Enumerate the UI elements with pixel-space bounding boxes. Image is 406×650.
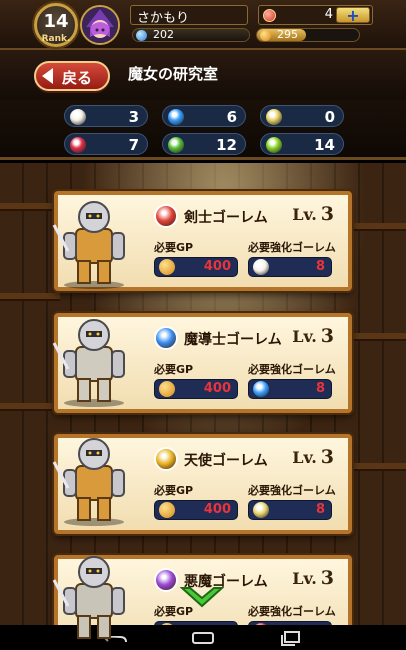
level-number: 3	[320, 567, 334, 589]
magic-type-icon	[154, 326, 178, 350]
gem-counter: 4 +	[258, 5, 373, 25]
golem-name: 魔導士ゴーレム	[154, 326, 282, 350]
required-gp-label: 必要GP	[154, 241, 194, 254]
orange-fruit-icon	[159, 502, 175, 518]
orange-fruit-icon	[159, 381, 175, 397]
chick-material-icon	[253, 381, 269, 397]
stamina-bar: 202	[132, 28, 250, 42]
required-gp-label: 必要GP	[154, 363, 194, 376]
required-golem-value: 8	[315, 259, 325, 274]
player-name: さかもり	[130, 5, 248, 26]
required-golem-box: 8	[248, 379, 332, 399]
material-count: 6	[226, 108, 237, 126]
rank-badge: 14 Rank.	[34, 3, 78, 47]
material-blue: 6	[162, 105, 246, 127]
required-gp-box: 400	[154, 257, 238, 277]
page-title: 魔女の研究室	[128, 65, 219, 83]
required-gp-box: 400	[154, 379, 238, 399]
golem-name: 剣士ゴーレム	[154, 204, 268, 228]
back-button[interactable]: 戻る	[34, 61, 110, 91]
golem-figure-icon	[52, 556, 125, 644]
required-golem-value: 8	[315, 502, 325, 517]
material-white: 3	[64, 105, 148, 127]
required-gp-value: 400	[203, 502, 231, 517]
required-gp-value: 400	[203, 259, 231, 274]
level-number: 3	[320, 446, 334, 468]
golem-figure-icon	[52, 319, 125, 407]
chick-material-icon	[253, 502, 269, 518]
witch-portrait-icon	[82, 7, 118, 43]
material-lime: 14	[260, 133, 344, 155]
required-golem-label: 必要強化ゴーレム	[248, 363, 336, 376]
required-gp-label: 必要GP	[154, 484, 194, 497]
level-number: 3	[320, 325, 334, 347]
stamina-value: 202	[153, 28, 174, 41]
gp-value: 295	[277, 28, 298, 41]
rank-label: Rank.	[41, 34, 71, 44]
material-red: 7	[64, 133, 148, 155]
scroll-down-chevron-icon[interactable]	[180, 586, 224, 610]
home-nav-icon[interactable]	[188, 629, 218, 646]
sword-type-icon	[154, 204, 178, 228]
gp-bar: 295	[256, 28, 360, 42]
required-golem-label: 必要強化ゴーレム	[248, 241, 336, 254]
required-golem-label: 必要強化ゴーレム	[248, 605, 336, 618]
recents-nav-icon[interactable]	[276, 629, 306, 646]
material-green: 12	[162, 133, 246, 155]
required-gp-box: 400	[154, 500, 238, 520]
golem-name-text: 魔導士ゴーレム	[184, 332, 282, 348]
player-avatar[interactable]	[80, 5, 120, 45]
required-golem-label: 必要強化ゴーレム	[248, 484, 336, 497]
golem-name: 天使ゴーレム	[154, 447, 268, 471]
back-arrow-icon	[42, 68, 53, 84]
red-chick-icon	[70, 137, 86, 153]
material-counts: 3 6 0 7 12 14	[0, 100, 406, 160]
stamina-orb-icon	[136, 30, 147, 41]
material-count: 12	[216, 136, 237, 154]
demon-type-icon	[154, 568, 178, 592]
level-prefix: Lv.	[292, 327, 317, 346]
gold-chick-icon	[266, 109, 282, 125]
required-gp-value: 400	[203, 381, 231, 396]
material-count: 0	[324, 108, 335, 126]
material-count: 3	[128, 108, 139, 126]
level-number: 3	[320, 203, 334, 225]
gem-icon	[263, 9, 276, 22]
level-prefix: Lv.	[292, 569, 317, 588]
angel-type-icon	[154, 447, 178, 471]
level-prefix: Lv.	[292, 448, 317, 467]
material-count: 7	[128, 136, 139, 154]
back-label: 戻る	[62, 69, 93, 87]
status-header: 14 Rank. さかもり 202 295 4 +	[0, 0, 406, 50]
golem-level: Lv. 3	[292, 203, 334, 225]
golem-level: Lv. 3	[292, 446, 334, 468]
required-golem-box: 8	[248, 257, 332, 277]
material-count: 14	[314, 136, 335, 154]
orange-fruit-icon	[260, 30, 271, 41]
golem-level: Lv. 3	[292, 567, 334, 589]
rank-number: 14	[43, 11, 69, 32]
required-golem-box: 8	[248, 500, 332, 520]
level-prefix: Lv.	[292, 205, 317, 224]
required-golem-value: 8	[315, 381, 325, 396]
blue-chick-icon	[168, 109, 184, 125]
add-gem-button[interactable]: +	[336, 7, 370, 24]
lime-chick-icon	[266, 137, 282, 153]
golem-level: Lv. 3	[292, 325, 334, 347]
golem-name-text: 剣士ゴーレム	[184, 210, 268, 226]
gem-count: 4	[324, 7, 333, 22]
golem-name-text: 天使ゴーレム	[184, 453, 268, 469]
white-chick-icon	[70, 109, 86, 125]
green-chick-icon	[168, 137, 184, 153]
orange-fruit-icon	[159, 259, 175, 275]
golem-figure-icon	[52, 438, 125, 526]
golem-figure-icon	[52, 201, 125, 289]
chick-material-icon	[253, 259, 269, 275]
material-gold: 0	[260, 105, 344, 127]
